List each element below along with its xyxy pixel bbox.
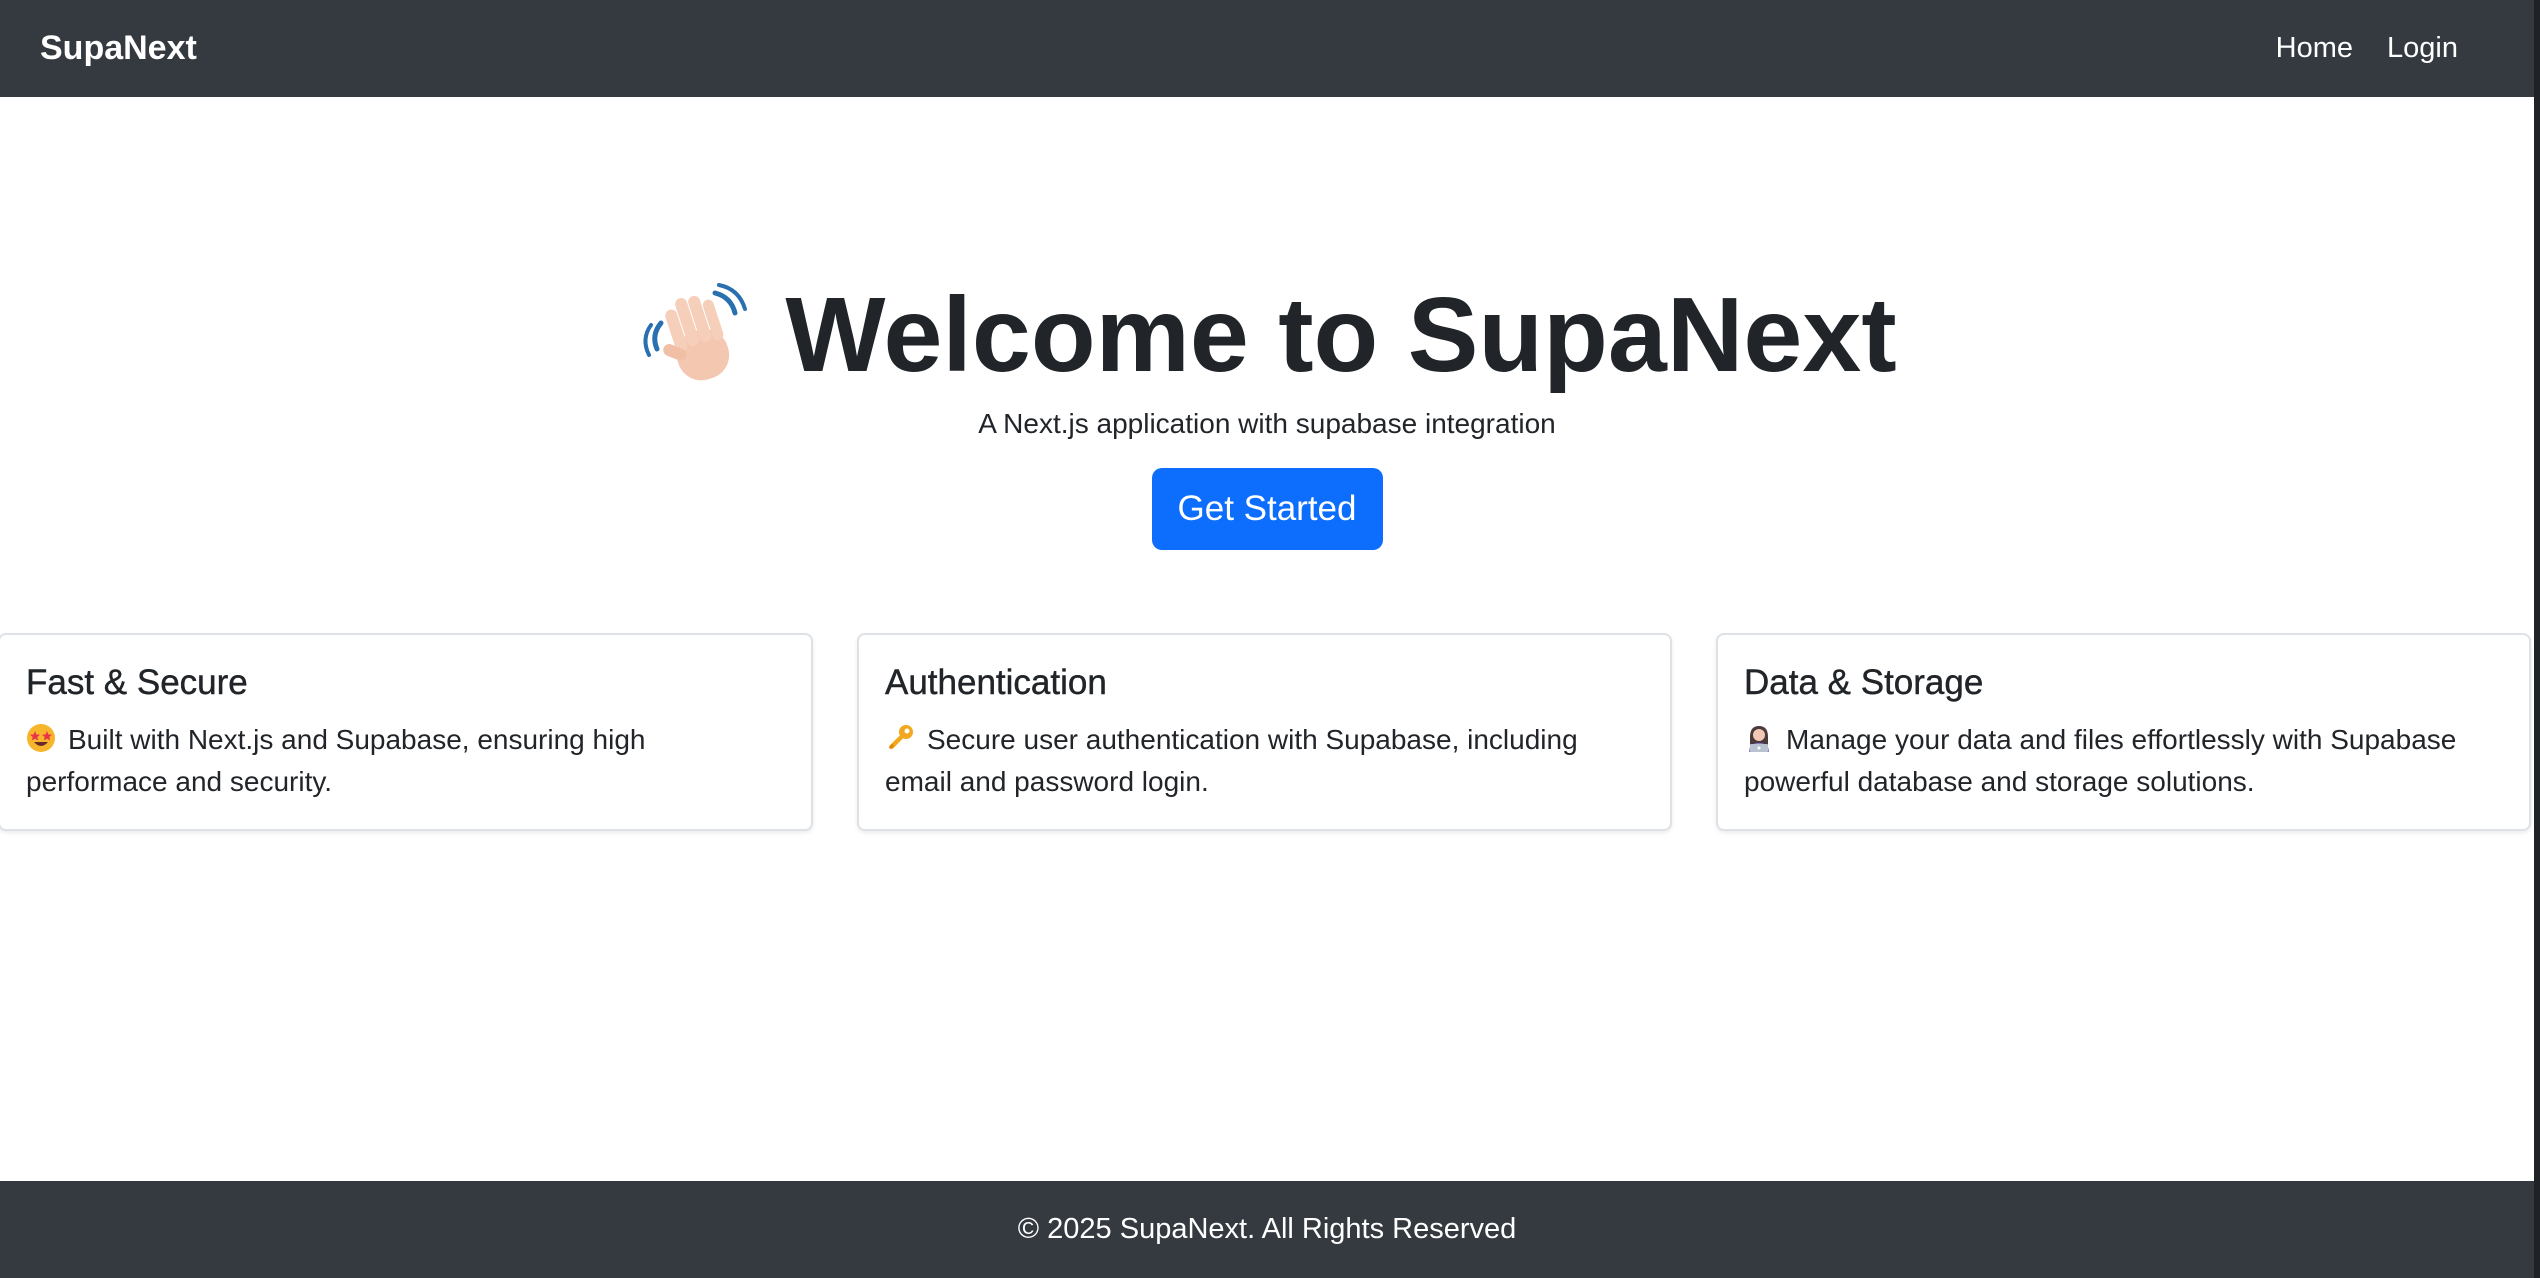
nav-link-home[interactable]: Home [2276, 32, 2353, 65]
card-text: Secure user authentication with Supabase… [885, 719, 1644, 803]
card-title: Data & Storage [1744, 663, 1984, 702]
feature-card-data-storage: Data & Storage Manage your data and file… [1716, 633, 2531, 831]
nav-link-login[interactable]: Login [2387, 32, 2458, 65]
star-struck-emoji-icon [27, 724, 55, 752]
feature-cards: Fast & Secure Built with Next.js and Sup… [0, 633, 2534, 831]
card-text: Built with Next.js and Supabase, ensurin… [26, 719, 785, 803]
page: SupaNext Home Login Welcome to SupaNext … [0, 0, 2540, 1278]
brand-link[interactable]: SupaNext [40, 29, 197, 68]
key-icon [888, 725, 913, 750]
card-description: Built with Next.js and Supabase, ensurin… [26, 724, 646, 797]
card-title: Fast & Secure [26, 663, 248, 702]
feature-card-fast-secure: Fast & Secure Built with Next.js and Sup… [0, 633, 813, 831]
feature-card-authentication: Authentication Secure user authenticatio… [857, 633, 1672, 831]
nav-links: Home Login [2276, 32, 2458, 65]
card-description: Manage your data and files effortlessly … [1744, 724, 2457, 797]
technologist-icon [1749, 726, 1769, 752]
hero-section: Welcome to SupaNext A Next.js applicatio… [0, 270, 2534, 550]
card-text: Manage your data and files effortlessly … [1744, 719, 2503, 803]
waving-hand-icon [643, 283, 748, 381]
navbar: SupaNext Home Login [0, 0, 2534, 97]
footer: © 2025 SupaNext. All Rights Reserved [0, 1181, 2534, 1278]
card-title: Authentication [885, 663, 1107, 702]
hero-heading: Welcome to SupaNext [637, 270, 1897, 400]
hero-subtitle: A Next.js application with supabase inte… [978, 408, 1556, 439]
get-started-button[interactable]: Get Started [1151, 468, 1383, 550]
window-edge [2534, 0, 2540, 1278]
footer-copyright: © 2025 SupaNext. All Rights Reserved [1017, 1213, 1517, 1245]
hero-title-text: Welcome to SupaNext [785, 276, 1897, 394]
card-description: Secure user authentication with Supabase… [885, 724, 1578, 797]
